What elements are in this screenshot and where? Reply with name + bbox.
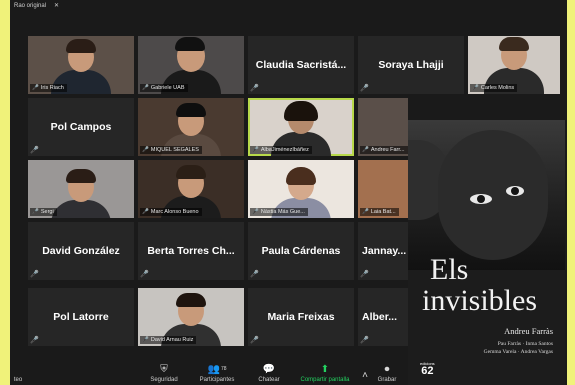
participant-tile[interactable]: 🎤 Gabriele UAB	[138, 36, 244, 94]
participant-tile[interactable]: 🎤 Andreu Farr...	[358, 98, 408, 156]
participant-tile[interactable]: Pol Latorre 🎤	[28, 288, 134, 346]
participant-name: Pol Campos	[50, 121, 112, 133]
share-screen-button[interactable]: ⬆ Compartir pantalla	[292, 364, 358, 383]
mic-muted-icon: 🎤	[360, 85, 369, 92]
mic-muted-icon: 🎤	[142, 337, 149, 343]
participant-tile[interactable]: Berta Torres Ch... 🎤	[138, 222, 244, 280]
participant-tile[interactable]: Pol Campos 🎤	[28, 98, 134, 156]
participant-caption: 🎤 Laia Bat...	[360, 208, 399, 216]
participants-count: 78	[220, 366, 227, 372]
mic-muted-icon: 🎤	[362, 209, 369, 215]
share-options-chevron[interactable]: ˄	[360, 370, 370, 383]
share-screen-icon: ⬆	[320, 364, 330, 375]
participant-caption: 🎤 MIQUEL SEGALES	[140, 146, 202, 154]
participant-tile[interactable]: 🎤 Carles Molins	[468, 36, 560, 94]
mic-muted-icon: 🎤	[472, 85, 479, 91]
participant-caption: 🎤 AlbaJiménezIbáñez	[250, 146, 312, 154]
participant-tile[interactable]: Soraya Lhajji 🎤	[358, 36, 464, 94]
mic-muted-icon: 🎤	[250, 337, 259, 344]
participant-tile[interactable]: 🎤 Marc Alonso Bueno	[138, 160, 244, 218]
mic-muted-icon: 🎤	[252, 147, 259, 153]
mic-muted-icon: 🎤	[30, 271, 39, 278]
participant-tile-active-speaker[interactable]: 🎤 AlbaJiménezIbáñez	[248, 98, 354, 156]
top-bar-label: Rao original	[14, 3, 47, 9]
mic-muted-icon: 🎤	[142, 147, 149, 153]
mic-muted-icon: 🎤	[250, 271, 259, 278]
participant-tile[interactable]: Claudia Sacristá... 🎤	[248, 36, 354, 94]
participant-tile[interactable]: 🎤 MIQUEL SEGALES	[138, 98, 244, 156]
participant-tile[interactable]: 🎤 Laia Bat...	[358, 160, 408, 218]
record-button[interactable]: ⏺ Grabar	[372, 364, 402, 383]
participant-tile[interactable]: 🎤 Sergi	[28, 160, 134, 218]
chat-button[interactable]: 💬 Chatear	[252, 364, 286, 383]
mic-muted-icon: 🎤	[32, 85, 39, 91]
participants-button[interactable]: 👥78 Participantes	[192, 364, 242, 383]
mic-muted-icon: 🎤	[360, 271, 369, 278]
book-title-line-2: invisibles	[422, 284, 538, 317]
participant-name: Soraya Lhajji	[378, 59, 444, 71]
close-icon[interactable]: ✕	[54, 0, 59, 12]
participant-caption: 🎤 Nàstia Más Gue...	[250, 208, 308, 216]
participant-name: Maria Freixas	[267, 311, 335, 323]
video-call-window: Rao original ✕ 🎤 Iris Riach 🎤 Gabriele UAB…	[10, 0, 567, 385]
participant-caption: 🎤 Carles Molins	[470, 84, 518, 92]
participants-icon: 👥78	[207, 364, 227, 375]
participant-name: Pol Latorre	[53, 311, 109, 323]
chat-icon: 💬	[262, 364, 276, 375]
chevron-up-icon: ˄	[362, 370, 368, 381]
mic-muted-icon: 🎤	[142, 85, 149, 91]
shield-icon: ⛨	[160, 364, 168, 375]
eye-illustration	[506, 186, 524, 196]
book-title-line-1: Els	[430, 253, 469, 286]
mic-muted-icon: 🎤	[252, 209, 259, 215]
record-icon: ⏺	[384, 364, 390, 375]
participant-tile[interactable]: 🎤 Nàstia Más Gue...	[248, 160, 354, 218]
participant-tile[interactable]: Jannay... 🎤	[358, 222, 408, 280]
participant-caption: 🎤 Sergi	[30, 208, 57, 216]
participant-tile[interactable]: 🎤 David Arnau Ruiz	[138, 288, 244, 346]
participant-tile[interactable]: Paula Cárdenas 🎤	[248, 222, 354, 280]
participant-tile[interactable]: David González 🎤	[28, 222, 134, 280]
participant-name: Alber...	[362, 311, 398, 323]
mic-muted-icon: 🎤	[30, 147, 39, 154]
mic-muted-icon: 🎤	[32, 209, 39, 215]
participant-name: David González	[42, 245, 120, 257]
participant-caption: 🎤 Iris Riach	[30, 84, 67, 92]
participant-name: Paula Cárdenas	[261, 245, 341, 257]
eye-illustration	[470, 194, 492, 204]
participant-caption: 🎤 David Arnau Ruiz	[140, 336, 197, 344]
participant-caption: 🎤 Gabriele UAB	[140, 84, 188, 92]
security-button[interactable]: ⛨ Seguridad	[142, 364, 186, 383]
participant-tile[interactable]: Maria Freixas 🎤	[248, 288, 354, 346]
participant-name: Jannay...	[362, 245, 407, 257]
book-coauthors: Pau Farràs · Inma Santos Gemma Varela · …	[483, 341, 553, 355]
mic-muted-icon: 🎤	[362, 147, 369, 153]
participant-caption: 🎤 Marc Alonso Bueno	[140, 208, 202, 216]
participant-tile[interactable]: 🎤 Iris Riach	[28, 36, 134, 94]
participant-caption: 🎤 Andreu Farr...	[360, 146, 408, 154]
mic-muted-icon: 🎤	[142, 209, 149, 215]
participant-name: Berta Torres Ch...	[147, 245, 235, 257]
book-cover: Els invisibles Andreu Farràs Pau Farràs …	[408, 120, 565, 385]
mic-muted-icon: 🎤	[30, 337, 39, 344]
mic-muted-icon: 🎤	[360, 337, 369, 344]
book-author: Andreu Farràs	[504, 326, 553, 336]
publisher-logo: edicions 62	[420, 361, 435, 377]
mic-muted-icon: 🎤	[250, 85, 259, 92]
top-bar: Rao original ✕	[10, 0, 567, 12]
participant-tile[interactable]: Alber... 🎤	[358, 288, 408, 346]
video-control-button[interactable]: teo	[10, 377, 26, 383]
book-cover-image	[408, 120, 565, 270]
participant-name: Claudia Sacristá...	[255, 59, 347, 71]
mic-muted-icon: 🎤	[140, 271, 149, 278]
